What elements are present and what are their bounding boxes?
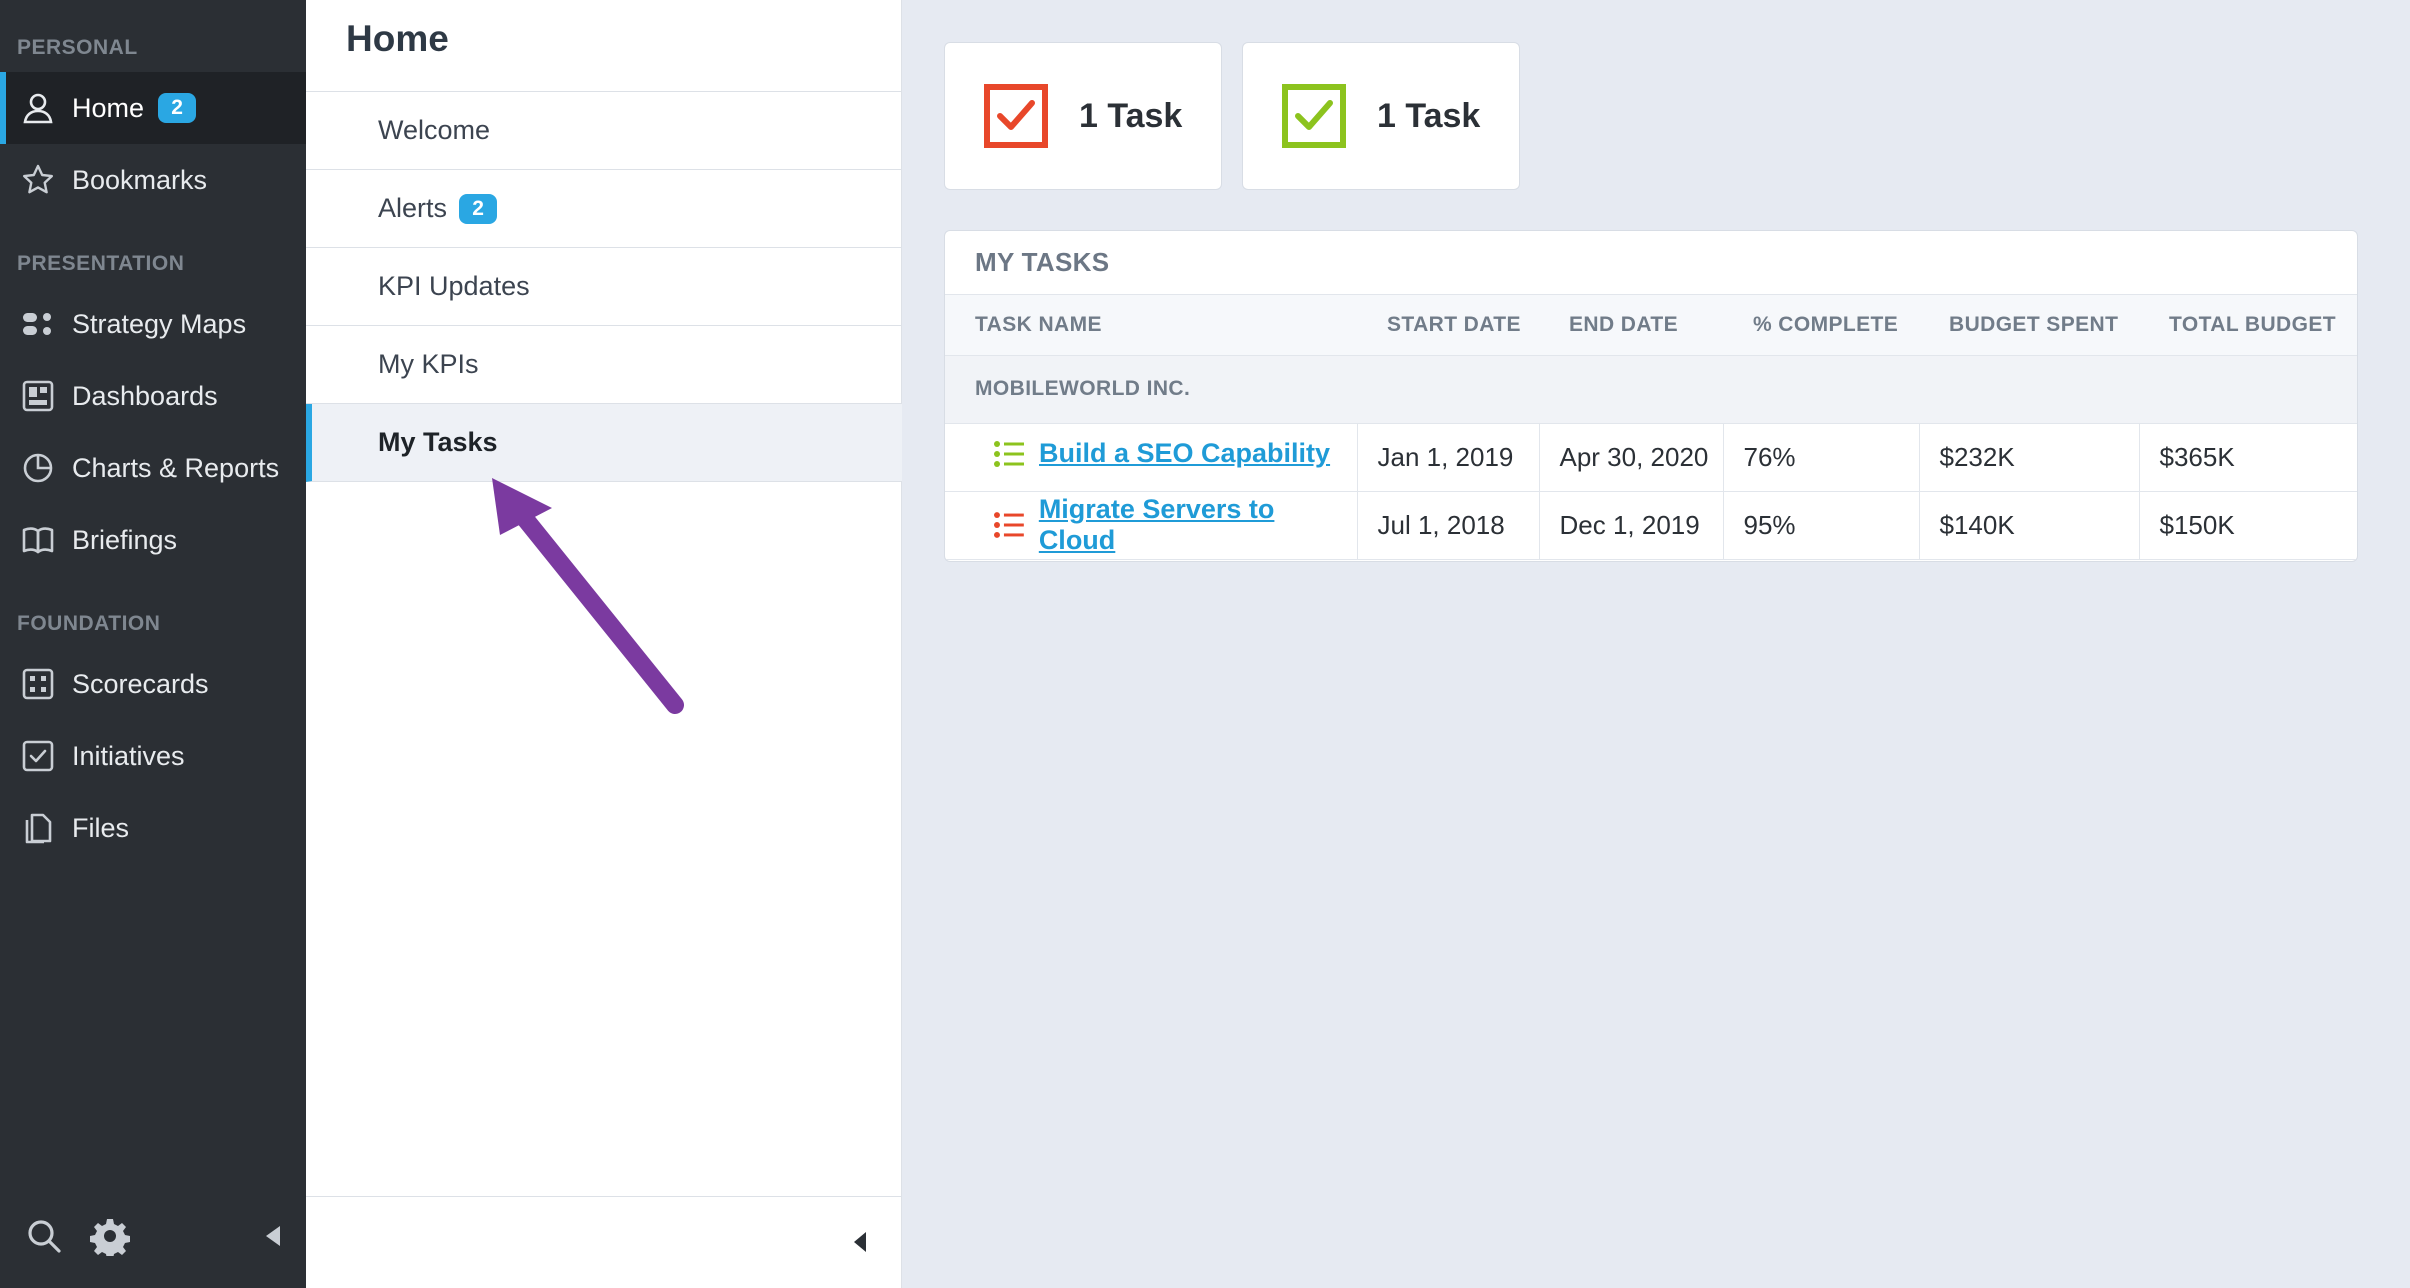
sidebar-item-label: Initiatives	[72, 740, 185, 771]
column-header-end-date[interactable]: END DATE	[1539, 295, 1723, 356]
subnav-item-label: KPI Updates	[378, 271, 530, 301]
sidebar-item-home[interactable]: Home 2	[0, 72, 306, 144]
home-subpanel: Home Welcome Alerts 2 KPI Updates My KPI…	[306, 0, 902, 1288]
red-list-icon	[993, 512, 1024, 538]
my-tasks-panel: MY TASKS TASK NAME START DATE END DATE %…	[944, 230, 2358, 562]
subnav-item-alerts[interactable]: Alerts 2	[306, 170, 902, 248]
sidebar-item-label: Files	[72, 812, 130, 843]
alerts-count-badge: 2	[459, 193, 498, 224]
collapse-left-icon[interactable]	[254, 1216, 294, 1256]
sidebar-item-label: Charts & Reports	[72, 452, 280, 483]
end-date-cell: Apr 30, 2020	[1538, 423, 1723, 492]
strategy-map-icon	[20, 306, 56, 342]
sidebar-item-label: Dashboards	[72, 380, 218, 411]
task-name-cell: Build a SEO Capability	[945, 423, 1357, 492]
sidebar-footer	[0, 1192, 306, 1288]
scorecard-icon	[20, 666, 56, 702]
red-checkbox-icon	[984, 84, 1048, 148]
start-date-cell: Jul 1, 2018	[1356, 491, 1539, 560]
percent-complete-cell: 76%	[1722, 423, 1919, 492]
total-budget-cell: $365K	[2138, 423, 2357, 492]
main-sidebar: PERSONAL Home 2 Bookmarks PRESENTATION S…	[0, 0, 306, 1288]
sidebar-item-label: Strategy Maps	[72, 308, 247, 339]
subnav-item-label: Alerts	[378, 193, 448, 223]
subnav-item-welcome[interactable]: Welcome	[306, 92, 902, 170]
subnav-item-label: My Tasks	[378, 427, 498, 457]
budget-spent-cell: $232K	[1918, 423, 2139, 492]
percent-complete-cell: 95%	[1722, 491, 1919, 560]
green-list-icon	[994, 440, 1024, 467]
budget-spent-cell: $140K	[1918, 491, 2139, 560]
section-label-foundation: FOUNDATION	[17, 612, 161, 635]
search-icon[interactable]	[24, 1216, 64, 1256]
group-label: MOBILEWORLD INC.	[945, 355, 2357, 424]
column-header-start-date[interactable]: START DATE	[1357, 295, 1539, 356]
column-header-task-name[interactable]: TASK NAME	[945, 295, 1357, 356]
home-count-badge: 2	[158, 93, 197, 123]
book-icon	[20, 522, 56, 558]
checkbox-icon	[20, 738, 56, 774]
section-label-personal: PERSONAL	[17, 36, 138, 59]
files-icon	[20, 810, 56, 846]
sidebar-item-label: Home	[72, 92, 145, 123]
sidebar-item-label: Briefings	[72, 524, 178, 555]
sidebar-item-briefings[interactable]: Briefings	[0, 504, 306, 576]
end-date-cell: Dec 1, 2019	[1538, 491, 1723, 560]
sidebar-item-label: Bookmarks	[72, 164, 208, 195]
section-label-presentation: PRESENTATION	[17, 252, 185, 275]
overdue-tasks-card[interactable]: 1 Task	[944, 42, 1222, 190]
sidebar-item-files[interactable]: Files	[0, 792, 306, 864]
table-row: Migrate Servers to Cloud Jul 1, 2018 Dec…	[945, 491, 2357, 560]
subnav-item-my-tasks[interactable]: My Tasks	[306, 404, 902, 482]
my-tasks-title: MY TASKS	[945, 231, 2357, 295]
column-header-percent-complete[interactable]: % COMPLETE	[1723, 295, 1919, 356]
gear-icon[interactable]	[90, 1216, 130, 1259]
group-row: MOBILEWORLD INC.	[945, 355, 2357, 424]
stat-label: 1 Task	[1377, 96, 1481, 135]
column-header-budget-spent[interactable]: BUDGET SPENT	[1919, 295, 2139, 356]
main-content: 1 Task 1 Task MY TASKS TASK NAME START D…	[902, 0, 2410, 1288]
user-icon	[20, 90, 56, 126]
on-track-tasks-card[interactable]: 1 Task	[1242, 42, 1520, 190]
stat-label: 1 Task	[1079, 96, 1183, 135]
home-subnav: Welcome Alerts 2 KPI Updates My KPIs My …	[306, 91, 902, 482]
dashboard-icon	[20, 378, 56, 414]
task-link[interactable]: Migrate Servers to Cloud	[1039, 494, 1357, 556]
column-header-total-budget[interactable]: TOTAL BUDGET	[2139, 295, 2357, 356]
sidebar-item-label: Scorecards	[72, 668, 209, 699]
sidebar-item-dashboards[interactable]: Dashboards	[0, 360, 306, 432]
subnav-item-kpi-updates[interactable]: KPI Updates	[306, 248, 902, 326]
star-icon	[20, 162, 56, 198]
start-date-cell: Jan 1, 2019	[1356, 423, 1539, 492]
collapse-panel-icon[interactable]	[846, 1227, 876, 1257]
task-name-cell: Migrate Servers to Cloud	[945, 491, 1357, 560]
tasks-table: TASK NAME START DATE END DATE % COMPLETE…	[945, 295, 2357, 560]
table-row: Build a SEO Capability Jan 1, 2019 Apr 3…	[945, 423, 2357, 492]
pie-chart-icon	[20, 450, 56, 486]
sidebar-item-scorecards[interactable]: Scorecards	[0, 648, 306, 720]
table-header-row: TASK NAME START DATE END DATE % COMPLETE…	[945, 295, 2357, 356]
sidebar-item-strategy-maps[interactable]: Strategy Maps	[0, 288, 306, 360]
subnav-item-my-kpis[interactable]: My KPIs	[306, 326, 902, 404]
sidebar-item-charts-reports[interactable]: Charts & Reports	[0, 432, 306, 504]
green-checkbox-icon	[1282, 84, 1346, 148]
sidebar-item-initiatives[interactable]: Initiatives	[0, 720, 306, 792]
page-title: Home	[346, 18, 449, 59]
subnav-item-label: Welcome	[378, 115, 491, 145]
subpanel-footer	[306, 1196, 902, 1288]
sidebar-item-bookmarks[interactable]: Bookmarks	[0, 144, 306, 216]
total-budget-cell: $150K	[2138, 491, 2357, 560]
subnav-item-label: My KPIs	[378, 349, 479, 379]
task-link[interactable]: Build a SEO Capability	[1039, 438, 1330, 469]
